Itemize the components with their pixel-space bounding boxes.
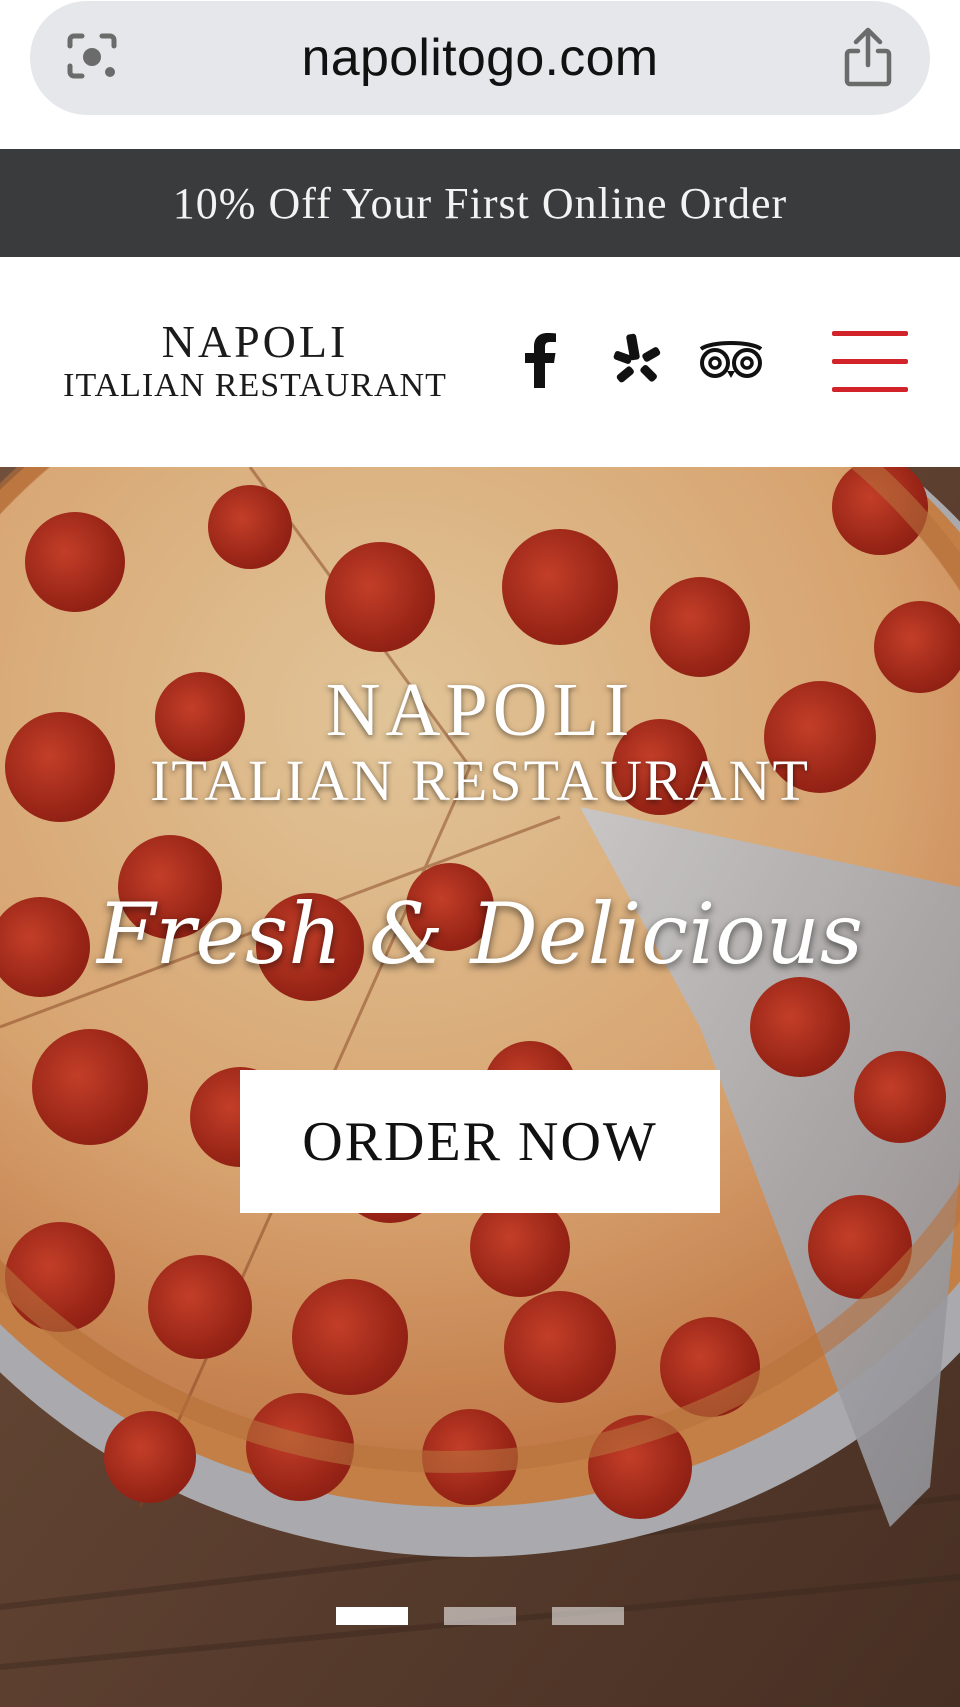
- menu-bar: [832, 331, 908, 336]
- hero-title-line2: ITALIAN RESTAURANT: [150, 748, 810, 813]
- slide-indicator-2[interactable]: [444, 1607, 516, 1625]
- hamburger-menu-icon[interactable]: [832, 329, 908, 393]
- menu-bar: [832, 359, 908, 364]
- tripadvisor-icon[interactable]: [696, 325, 766, 395]
- yelp-icon[interactable]: [608, 325, 666, 395]
- slide-indicator-3[interactable]: [552, 1607, 624, 1625]
- menu-bar: [832, 387, 908, 392]
- hero-title-line1: NAPOLI: [325, 668, 635, 752]
- url-text[interactable]: napolitogo.com: [150, 1, 810, 115]
- site-header: NAPOLI ITALIAN RESTAURANT: [0, 257, 960, 467]
- hero-slider[interactable]: NAPOLI ITALIAN RESTAURANT Fresh & Delici…: [0, 467, 960, 1707]
- site-logo[interactable]: NAPOLI ITALIAN RESTAURANT: [36, 317, 474, 405]
- logo-line1: NAPOLI: [161, 316, 349, 367]
- order-now-button[interactable]: ORDER NOW: [240, 1070, 720, 1213]
- promo-banner[interactable]: 10% Off Your First Online Order: [0, 149, 960, 257]
- camera-lens-icon[interactable]: [62, 27, 122, 87]
- logo-line2: ITALIAN RESTAURANT: [63, 367, 447, 404]
- browser-address-bar[interactable]: napolitogo.com: [30, 1, 930, 115]
- slide-indicator-1[interactable]: [336, 1607, 408, 1625]
- hero-tagline: Fresh & Delicious: [96, 885, 863, 983]
- share-icon[interactable]: [838, 25, 898, 89]
- slider-indicators: [0, 1607, 960, 1627]
- facebook-icon[interactable]: [515, 325, 565, 395]
- promo-text: 10% Off Your First Online Order: [172, 178, 788, 228]
